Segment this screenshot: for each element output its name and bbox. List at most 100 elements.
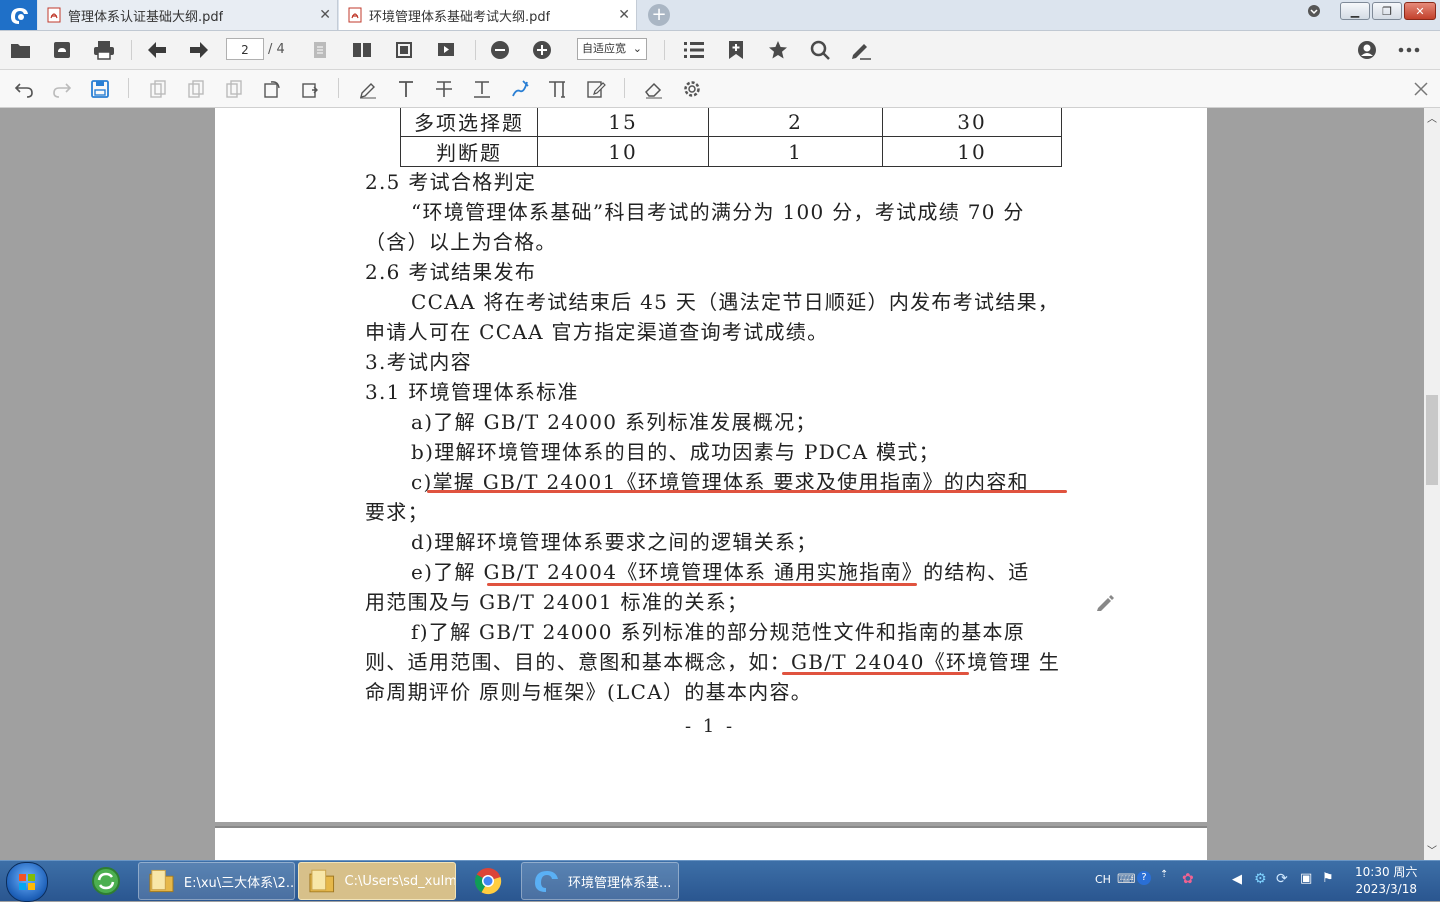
minimize-button[interactable]: ▁ bbox=[1340, 2, 1370, 20]
scroll-up-icon[interactable]: ︿ bbox=[1427, 110, 1437, 125]
taskbar-app-refresh[interactable] bbox=[86, 862, 126, 900]
taskbar-label: 环境管理体系基... bbox=[568, 875, 672, 891]
text-tool-icon[interactable] bbox=[394, 77, 418, 101]
folder-icon bbox=[149, 869, 174, 893]
taskbar-folder-2[interactable]: C:\Users\sd_xulm bbox=[298, 862, 456, 900]
paragraph-line: 申请人可在 CCAA 官方指定渠道查询考试成绩。 bbox=[365, 320, 829, 344]
redo-icon[interactable] bbox=[50, 77, 74, 101]
menu-dropdown-icon[interactable] bbox=[1306, 3, 1322, 19]
restore-button[interactable]: ❐ bbox=[1372, 2, 1402, 20]
zoom-select[interactable]: 自适应宽 ⌄ bbox=[577, 38, 647, 60]
underline-icon[interactable] bbox=[470, 77, 494, 101]
highlight-icon[interactable] bbox=[356, 77, 380, 101]
table-row: 多项选择题 15 2 30 bbox=[400, 108, 1062, 137]
page-total-label: / 4 bbox=[268, 42, 285, 57]
edit-pencil-icon[interactable] bbox=[1096, 594, 1114, 612]
tab-document-2[interactable]: 环境管理体系基础考试大纲.pdf ✕ bbox=[339, 0, 637, 30]
input-language-indicator[interactable]: CH bbox=[1095, 873, 1111, 886]
outline-list-icon[interactable] bbox=[682, 38, 706, 62]
single-page-icon[interactable] bbox=[308, 38, 332, 62]
close-toolbar-icon[interactable] bbox=[1409, 77, 1433, 101]
list-item: f)了解 GB/T 24000 系列标准的部分规范性文件和指南的基本原 bbox=[411, 620, 1026, 644]
folder-icon bbox=[309, 869, 335, 893]
help-icon[interactable]: ? bbox=[1137, 871, 1151, 885]
start-button[interactable] bbox=[6, 862, 48, 902]
volume-icon[interactable]: ◀ bbox=[1232, 872, 1242, 887]
sync-status-icon[interactable]: ⟳ bbox=[1276, 871, 1288, 887]
rotate-right-icon[interactable] bbox=[298, 77, 322, 101]
network-app-icon[interactable]: ⚙ bbox=[1254, 871, 1267, 887]
next-page-icon[interactable] bbox=[187, 38, 211, 62]
scrollbar-thumb[interactable] bbox=[1426, 395, 1438, 485]
score-table: 多项选择题 15 2 30 判断题 10 1 10 bbox=[400, 108, 1062, 167]
underline-annotation[interactable] bbox=[427, 490, 1067, 493]
display-icon[interactable]: ▣ bbox=[1300, 871, 1312, 886]
save-icon[interactable] bbox=[88, 77, 112, 101]
favorite-star-icon[interactable] bbox=[766, 38, 790, 62]
close-window-button[interactable]: ✕ bbox=[1404, 2, 1436, 20]
table-cell: 15 bbox=[537, 108, 709, 137]
two-page-icon[interactable] bbox=[350, 38, 374, 62]
clock-date: 2023/3/18 bbox=[1355, 882, 1417, 896]
chevron-down-icon: ⌄ bbox=[632, 42, 642, 55]
app-logo-icon[interactable] bbox=[0, 0, 37, 30]
fit-page-icon[interactable] bbox=[392, 38, 416, 62]
section-heading: 3.1 环境管理体系标准 bbox=[365, 380, 579, 404]
previous-page-icon[interactable] bbox=[145, 38, 169, 62]
tab-document-1[interactable]: 管理体系认证基础大纲.pdf ✕ bbox=[38, 0, 338, 30]
underline-annotation[interactable] bbox=[782, 672, 969, 675]
eraser-icon[interactable] bbox=[642, 77, 666, 101]
tab-label: 管理体系认证基础大纲.pdf bbox=[68, 9, 224, 25]
tray-app-icon[interactable]: ✿ bbox=[1182, 871, 1194, 887]
zoom-out-icon[interactable] bbox=[488, 38, 512, 62]
keyboard-icon[interactable]: ⌨ bbox=[1117, 872, 1136, 887]
tab-label: 环境管理体系基础考试大纲.pdf bbox=[369, 9, 551, 25]
edit-toolbar bbox=[0, 70, 1440, 108]
undo-icon[interactable] bbox=[12, 77, 36, 101]
taskbar-folder-1[interactable]: E:\xu\三大体系\2... bbox=[138, 862, 295, 900]
paragraph-line: 命周期评价 原则与框架》(LCA）的基本内容。 bbox=[365, 680, 813, 704]
close-tab-icon[interactable]: ✕ bbox=[319, 7, 331, 23]
print-icon[interactable] bbox=[92, 38, 116, 62]
settings-gear-icon[interactable] bbox=[680, 77, 704, 101]
system-clock[interactable]: 10:30 周六 2023/3/18 bbox=[1355, 864, 1417, 898]
pdf-page-next bbox=[215, 826, 1207, 860]
table-cell: 多项选择题 bbox=[400, 108, 538, 137]
page-number-input[interactable]: 2 bbox=[226, 38, 264, 60]
paragraph-line: “环境管理体系基础”科目考试的满分为 100 分，考试成绩 70 分 bbox=[411, 200, 1025, 224]
text-box-icon[interactable] bbox=[546, 77, 570, 101]
close-tab-icon[interactable]: ✕ bbox=[618, 7, 630, 23]
cloud-save-icon[interactable] bbox=[50, 38, 74, 62]
paragraph-line: （含）以上为合格。 bbox=[365, 230, 557, 254]
vertical-scrollbar[interactable]: ︿ ﹀ bbox=[1424, 108, 1440, 860]
search-icon[interactable] bbox=[808, 38, 832, 62]
signature-pen-icon[interactable] bbox=[849, 38, 873, 62]
action-center-flag-icon[interactable]: ⚑ bbox=[1322, 871, 1334, 886]
document-viewport[interactable]: 多项选择题 15 2 30 判断题 10 1 10 2.5 考试合格判定 “环境… bbox=[0, 108, 1424, 860]
scroll-down-icon[interactable]: ﹀ bbox=[1427, 842, 1437, 857]
add-bookmark-icon[interactable] bbox=[724, 38, 748, 62]
strikethrough-icon[interactable] bbox=[432, 77, 456, 101]
zoom-in-icon[interactable] bbox=[530, 38, 554, 62]
rotate-left-icon[interactable] bbox=[260, 77, 284, 101]
pdf-page: 多项选择题 15 2 30 判断题 10 1 10 2.5 考试合格判定 “环境… bbox=[215, 108, 1207, 822]
taskbar-pdf-reader[interactable]: 环境管理体系基... bbox=[521, 862, 679, 900]
open-folder-icon[interactable] bbox=[9, 38, 33, 62]
more-options-icon[interactable] bbox=[1397, 38, 1421, 62]
freehand-draw-icon[interactable] bbox=[508, 77, 532, 101]
underline-annotation[interactable] bbox=[487, 583, 917, 586]
show-hidden-icons[interactable]: ⇡ bbox=[1160, 869, 1168, 880]
section-heading: 2.6 考试结果发布 bbox=[365, 260, 537, 284]
duplicate-page-icon[interactable] bbox=[222, 77, 246, 101]
presentation-icon[interactable] bbox=[434, 38, 458, 62]
table-row: 判断题 10 1 10 bbox=[400, 136, 1062, 167]
pdf-file-icon bbox=[348, 7, 362, 23]
copy-page-icon[interactable] bbox=[146, 77, 170, 101]
insert-page-icon[interactable] bbox=[184, 77, 208, 101]
new-tab-button[interactable]: + bbox=[648, 4, 670, 26]
chrome-icon bbox=[474, 868, 502, 895]
user-account-icon[interactable] bbox=[1355, 38, 1379, 62]
edit-note-icon[interactable] bbox=[584, 77, 608, 101]
taskbar-chrome[interactable] bbox=[466, 862, 510, 900]
section-heading: 2.5 考试合格判定 bbox=[365, 170, 537, 194]
